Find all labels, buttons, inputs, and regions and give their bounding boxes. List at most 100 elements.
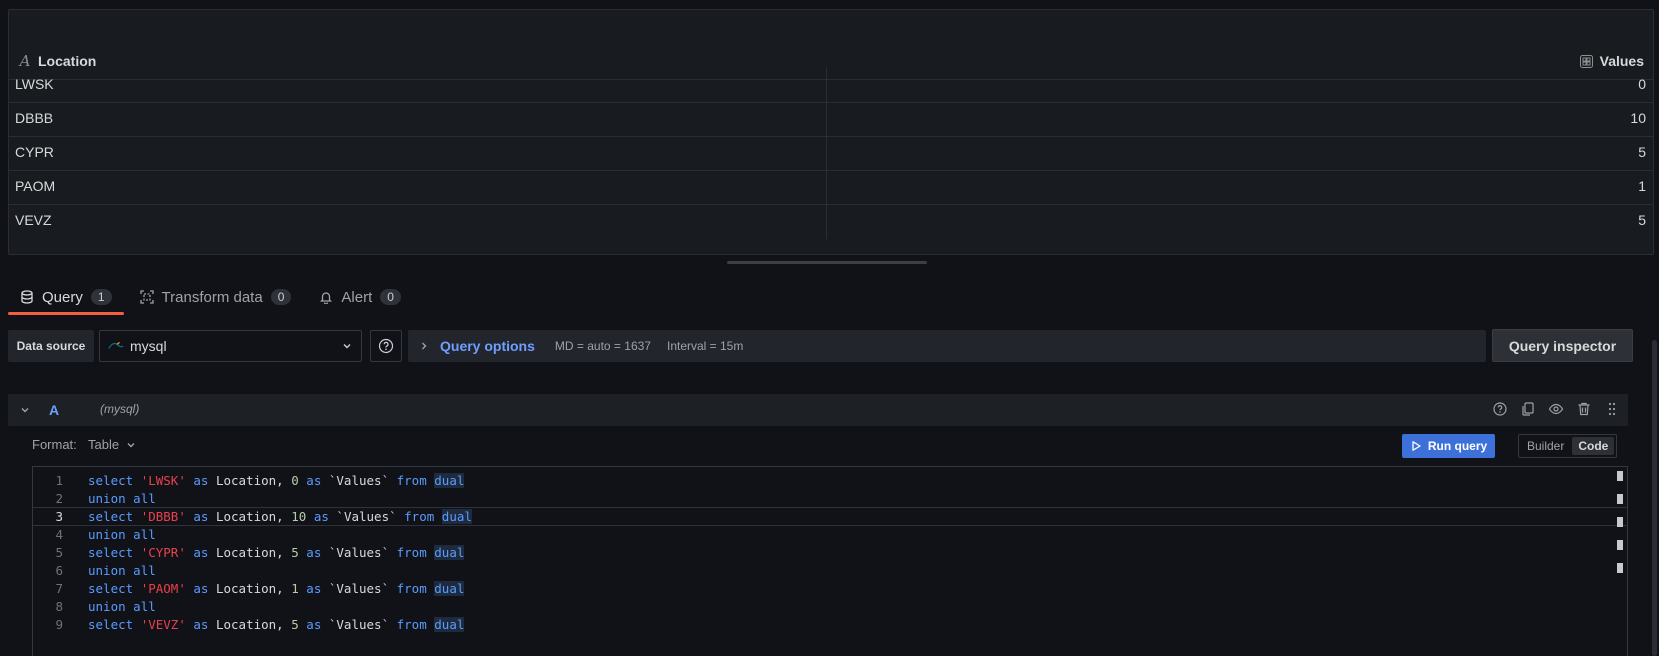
query-row-header: A (mysql): [8, 394, 1628, 426]
chevron-right-icon: [422, 342, 427, 350]
line-number: 6: [55, 563, 63, 578]
table-row: CYPR 5: [9, 135, 1653, 171]
sql-code-editor[interactable]: 1 select 'LWSK' as Location, 0 as `Values…: [32, 466, 1628, 656]
code-line[interactable]: 7 select 'PAOM' as Location, 1 as `Values…: [33, 579, 1627, 598]
format-select[interactable]: Table: [88, 437, 137, 452]
query-options-label: Query options: [440, 338, 535, 354]
code-text: union all: [88, 599, 156, 614]
tab-alert[interactable]: Alert 0: [307, 280, 413, 314]
code-text: select 'DBBB' as Location, 10 as `Values…: [88, 509, 472, 524]
editor-minimap[interactable]: [1617, 471, 1623, 586]
code-line[interactable]: 3 select 'DBBB' as Location, 10 as `Value…: [33, 507, 1627, 526]
chevron-down-icon: [343, 344, 351, 349]
table-panel: A Location Values LWSK 0 DBBB 10 CYPR 5 …: [8, 9, 1654, 255]
format-label: Format:: [32, 437, 77, 452]
code-text: union all: [88, 527, 156, 542]
data-source-picker[interactable]: mysql: [99, 330, 362, 362]
chevron-down-icon[interactable]: [18, 403, 32, 417]
code-line[interactable]: 4 union all: [33, 525, 1627, 544]
cell-location: DBBB: [15, 110, 54, 126]
table-row: PAOM 1: [9, 169, 1653, 205]
tab-count-badge: 0: [380, 289, 401, 305]
tab-query[interactable]: Query 1: [8, 280, 124, 315]
query-datasource-name: (mysql): [100, 402, 140, 416]
query-row-actions: [1492, 401, 1620, 417]
column-divider[interactable]: [826, 67, 827, 102]
line-number: 3: [55, 509, 63, 524]
eye-icon[interactable]: [1548, 401, 1564, 417]
number-field-icon: [1580, 54, 1594, 68]
query-options-bar[interactable]: Query options MD = auto = 1637 Interval …: [408, 330, 1486, 362]
chevron-down-icon: [127, 442, 135, 447]
query-inspector-button[interactable]: Query inspector: [1492, 329, 1633, 362]
question-circle-icon: [378, 338, 394, 354]
text-field-icon: A: [19, 52, 31, 70]
tab-label: Query: [42, 288, 83, 306]
code-text: select 'CYPR' as Location, 5 as `Values`…: [88, 545, 465, 560]
table-row: VEVZ 5: [9, 203, 1653, 239]
code-text: union all: [88, 563, 156, 578]
database-icon: [21, 290, 33, 304]
column-divider[interactable]: [826, 101, 827, 136]
query-ref-id[interactable]: A: [49, 402, 59, 418]
line-number: 5: [55, 545, 63, 560]
line-number: 8: [55, 599, 63, 614]
interval-info: Interval = 15m: [666, 339, 744, 353]
cell-value: 1: [1638, 178, 1646, 194]
code-line[interactable]: 5 select 'CYPR' as Location, 5 as `Values…: [33, 543, 1627, 562]
line-number: 9: [55, 617, 63, 632]
code-line[interactable]: 8 union all: [33, 597, 1627, 616]
code-text: select 'LWSK' as Location, 0 as `Values`…: [88, 473, 465, 488]
data-source-name: mysql: [130, 338, 167, 354]
code-text: select 'PAOM' as Location, 1 as `Values`…: [88, 581, 465, 596]
question-circle-icon[interactable]: [1492, 401, 1508, 417]
cell-location: VEVZ: [15, 212, 52, 228]
data-source-label: Data source: [8, 330, 94, 362]
mode-code-option[interactable]: Code: [1572, 437, 1615, 455]
table-row: LWSK 0: [9, 67, 1653, 103]
mysql-logo-icon: [108, 341, 124, 351]
tab-label: Transform data: [161, 288, 263, 306]
query-toolbar: Data source mysql Query options MD = aut…: [8, 329, 1633, 362]
code-line[interactable]: 1 select 'LWSK' as Location, 0 as `Values…: [33, 471, 1627, 490]
code-line[interactable]: 6 union all: [33, 561, 1627, 580]
bell-icon: [320, 292, 333, 304]
data-source-help-button[interactable]: [370, 330, 402, 362]
editor-tabs: Query 1 Transform data 0 Alert 0: [8, 280, 417, 315]
tab-label: Alert: [341, 288, 373, 306]
run-query-button[interactable]: Run query: [1402, 434, 1495, 458]
line-number: 1: [55, 473, 63, 488]
run-query-label: Run query: [1427, 439, 1488, 453]
editor-mode-toggle: Builder Code: [1518, 434, 1618, 458]
tab-count-badge: 1: [90, 289, 112, 305]
column-divider[interactable]: [826, 203, 827, 239]
drag-handle-icon[interactable]: [1604, 401, 1620, 417]
code-line[interactable]: 2 union all: [33, 489, 1627, 508]
code-text: union all: [88, 491, 156, 506]
panel-resize-handle[interactable]: [727, 261, 927, 264]
code-text: select 'VEVZ' as Location, 5 as `Values`…: [88, 617, 465, 632]
column-divider[interactable]: [826, 169, 827, 204]
cell-value: 10: [1630, 110, 1646, 126]
cell-location: LWSK: [15, 76, 54, 92]
cell-location: PAOM: [15, 178, 56, 194]
column-divider[interactable]: [826, 135, 827, 170]
cell-location: CYPR: [15, 144, 54, 160]
play-icon: [1412, 441, 1421, 451]
line-number: 7: [55, 581, 63, 596]
line-number: 4: [55, 527, 63, 542]
cell-value: 0: [1638, 76, 1646, 92]
tab-transform-data[interactable]: Transform data 0: [128, 280, 304, 314]
line-number: 2: [55, 491, 63, 506]
tab-count-badge: 0: [270, 289, 292, 305]
code-line[interactable]: 9 select 'VEVZ' as Location, 5 as `Values…: [33, 615, 1627, 634]
mode-builder-option[interactable]: Builder: [1521, 437, 1570, 455]
transform-icon: [139, 290, 154, 304]
cell-value: 5: [1638, 212, 1646, 228]
trash-icon[interactable]: [1576, 401, 1592, 417]
page-scrollbar[interactable]: [1652, 340, 1657, 656]
format-value: Table: [88, 437, 120, 452]
max-data-points-info: MD = auto = 1637: [554, 339, 651, 353]
copy-icon[interactable]: [1520, 401, 1536, 417]
cell-value: 5: [1638, 144, 1646, 160]
